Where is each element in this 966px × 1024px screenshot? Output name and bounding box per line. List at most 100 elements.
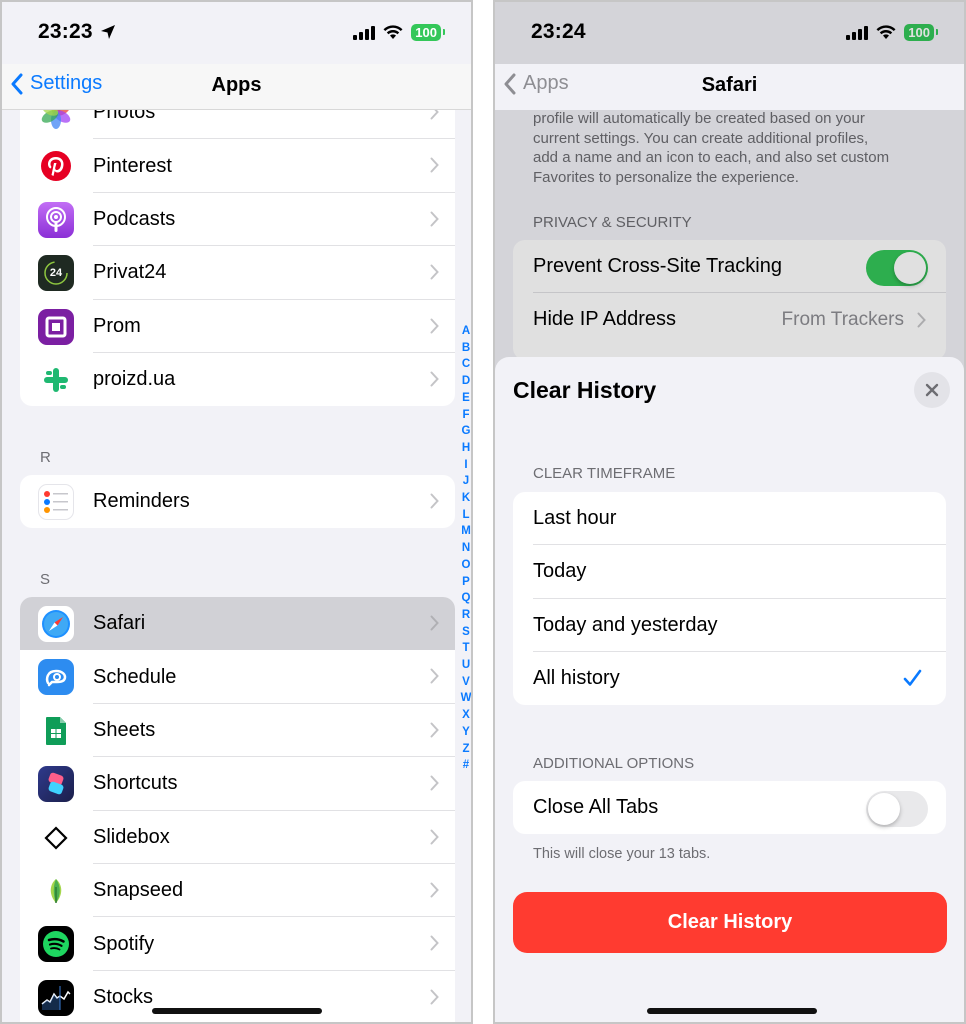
- index-letter[interactable]: N: [462, 540, 470, 557]
- index-letter[interactable]: W: [461, 690, 471, 707]
- list-item-label: Slidebox: [93, 825, 170, 848]
- chevron-right-icon: [430, 493, 439, 509]
- schedule-icon: [38, 659, 74, 696]
- list-item-privat24[interactable]: 24 Privat24: [20, 246, 455, 300]
- list-item-schedule[interactable]: Schedule: [20, 650, 455, 704]
- index-letter[interactable]: H: [462, 440, 470, 457]
- list-item-label: Spotify: [93, 932, 155, 955]
- chevron-right-icon: [430, 264, 439, 280]
- list-item-label: Pinterest: [93, 154, 172, 177]
- timeframe-label: Today and yesterday: [533, 613, 718, 636]
- sheet-title: Clear History: [513, 377, 657, 403]
- alphabet-index[interactable]: A B C D E F G H I J K L M N O P Q R S T U V W X Y Z #: [460, 323, 471, 774]
- reminders-icon: [38, 484, 74, 520]
- chevron-right-icon: [430, 211, 439, 227]
- right-screen: 23:24 100 Apps Safari profile will autom…: [493, 0, 966, 1024]
- list-item-stocks[interactable]: Stocks: [20, 971, 455, 1022]
- checkmark-icon: [903, 669, 922, 686]
- index-letter[interactable]: G: [462, 423, 471, 440]
- stocks-icon: [38, 979, 74, 1016]
- index-letter[interactable]: F: [462, 407, 469, 424]
- page-title: Safari: [701, 74, 758, 96]
- spotify-icon: [38, 926, 74, 963]
- proizd-icon: [38, 361, 74, 398]
- list-item-label: Shortcuts: [93, 772, 178, 795]
- timeframe-last-hour[interactable]: Last hour: [513, 492, 946, 546]
- timeframe-today-and-yesterday[interactable]: Today and yesterday: [513, 599, 946, 653]
- home-indicator[interactable]: [152, 1008, 322, 1014]
- left-screen: 23:23 100 Settings Apps Photos Pinterest…: [0, 0, 473, 1024]
- close-tabs-note: This will close your 13 tabs.: [533, 846, 711, 862]
- index-letter[interactable]: Q: [462, 590, 471, 607]
- list-item-podcasts[interactable]: Podcasts: [20, 193, 455, 247]
- snapseed-icon: [38, 872, 74, 909]
- chevron-right-icon: [430, 989, 439, 1005]
- list-item-reminders[interactable]: Reminders: [20, 475, 455, 528]
- timeframe-label: All history: [533, 667, 620, 690]
- list-item-snapseed[interactable]: Snapseed: [20, 864, 455, 918]
- index-letter[interactable]: D: [462, 373, 470, 390]
- list-item-pinterest[interactable]: Pinterest: [20, 139, 455, 193]
- index-letter[interactable]: V: [462, 674, 470, 691]
- status-bar: 23:23 100: [2, 2, 471, 64]
- apps-list-r: Reminders: [20, 475, 455, 528]
- list-item-proizd[interactable]: proizd.ua: [20, 353, 455, 406]
- list-item-label: Safari: [93, 612, 146, 635]
- pinterest-icon: [38, 148, 74, 185]
- cellular-signal-icon: [353, 25, 376, 40]
- timeframe-today[interactable]: Today: [513, 545, 946, 599]
- section-header-r: R: [40, 449, 51, 466]
- list-item-label: Sheets: [93, 718, 156, 741]
- close-all-tabs-toggle[interactable]: [866, 791, 928, 827]
- index-letter[interactable]: P: [462, 574, 470, 591]
- page-title: Apps: [211, 74, 262, 96]
- index-letter[interactable]: C: [462, 356, 470, 373]
- index-letter[interactable]: E: [462, 390, 470, 407]
- nav-bar: Apps Safari: [495, 64, 964, 110]
- list-item-label: Prom: [93, 314, 141, 337]
- list-item-shortcuts[interactable]: Shortcuts: [20, 757, 455, 811]
- index-letter[interactable]: M: [461, 523, 471, 540]
- list-item-prom[interactable]: Prom: [20, 300, 455, 353]
- chevron-right-icon: [430, 371, 439, 387]
- index-letter[interactable]: Y: [462, 724, 470, 741]
- list-item-label: Reminders: [93, 490, 190, 513]
- timeframe-label: Today: [533, 560, 587, 583]
- chevron-right-icon: [430, 722, 439, 738]
- index-letter[interactable]: T: [462, 640, 469, 657]
- index-letter[interactable]: U: [462, 657, 470, 674]
- index-letter[interactable]: I: [464, 457, 467, 474]
- prom-icon: [38, 308, 74, 345]
- timeframe-all-history[interactable]: All history: [513, 652, 946, 705]
- index-letter[interactable]: Z: [462, 741, 469, 758]
- index-letter[interactable]: A: [462, 323, 470, 340]
- index-letter[interactable]: S: [462, 624, 470, 641]
- clear-history-button[interactable]: Clear History: [513, 892, 947, 953]
- close-button[interactable]: [914, 372, 950, 408]
- list-item-label: Podcasts: [93, 207, 176, 230]
- index-letter[interactable]: O: [462, 557, 471, 574]
- index-letter[interactable]: X: [462, 707, 470, 724]
- list-item-sheets[interactable]: Sheets: [20, 704, 455, 758]
- home-indicator[interactable]: [647, 1008, 817, 1014]
- index-letter[interactable]: R: [462, 607, 470, 624]
- index-letter[interactable]: #: [463, 757, 469, 774]
- index-letter[interactable]: K: [462, 490, 470, 507]
- close-all-tabs-row: Close All Tabs: [513, 781, 946, 834]
- chevron-right-icon: [430, 318, 439, 334]
- index-letter[interactable]: J: [463, 473, 469, 490]
- timeframe-label: Last hour: [533, 507, 617, 529]
- index-letter[interactable]: B: [462, 340, 470, 357]
- chevron-right-icon: [430, 935, 439, 951]
- list-item-label: Stocks: [93, 985, 154, 1008]
- list-item-label: Snapseed: [93, 879, 184, 902]
- safari-icon: [38, 606, 74, 642]
- list-item-label: Schedule: [93, 665, 177, 688]
- list-item-safari[interactable]: Safari: [20, 597, 455, 651]
- list-item-slidebox[interactable]: Slidebox: [20, 811, 455, 864]
- list-item-spotify[interactable]: Spotify: [20, 917, 455, 971]
- apps-list-p: Photos Pinterest Podcasts 24 Privat24 Pr…: [20, 86, 455, 406]
- index-letter[interactable]: L: [462, 507, 469, 524]
- chevron-right-icon: [430, 882, 439, 898]
- chevron-right-icon: [430, 615, 439, 631]
